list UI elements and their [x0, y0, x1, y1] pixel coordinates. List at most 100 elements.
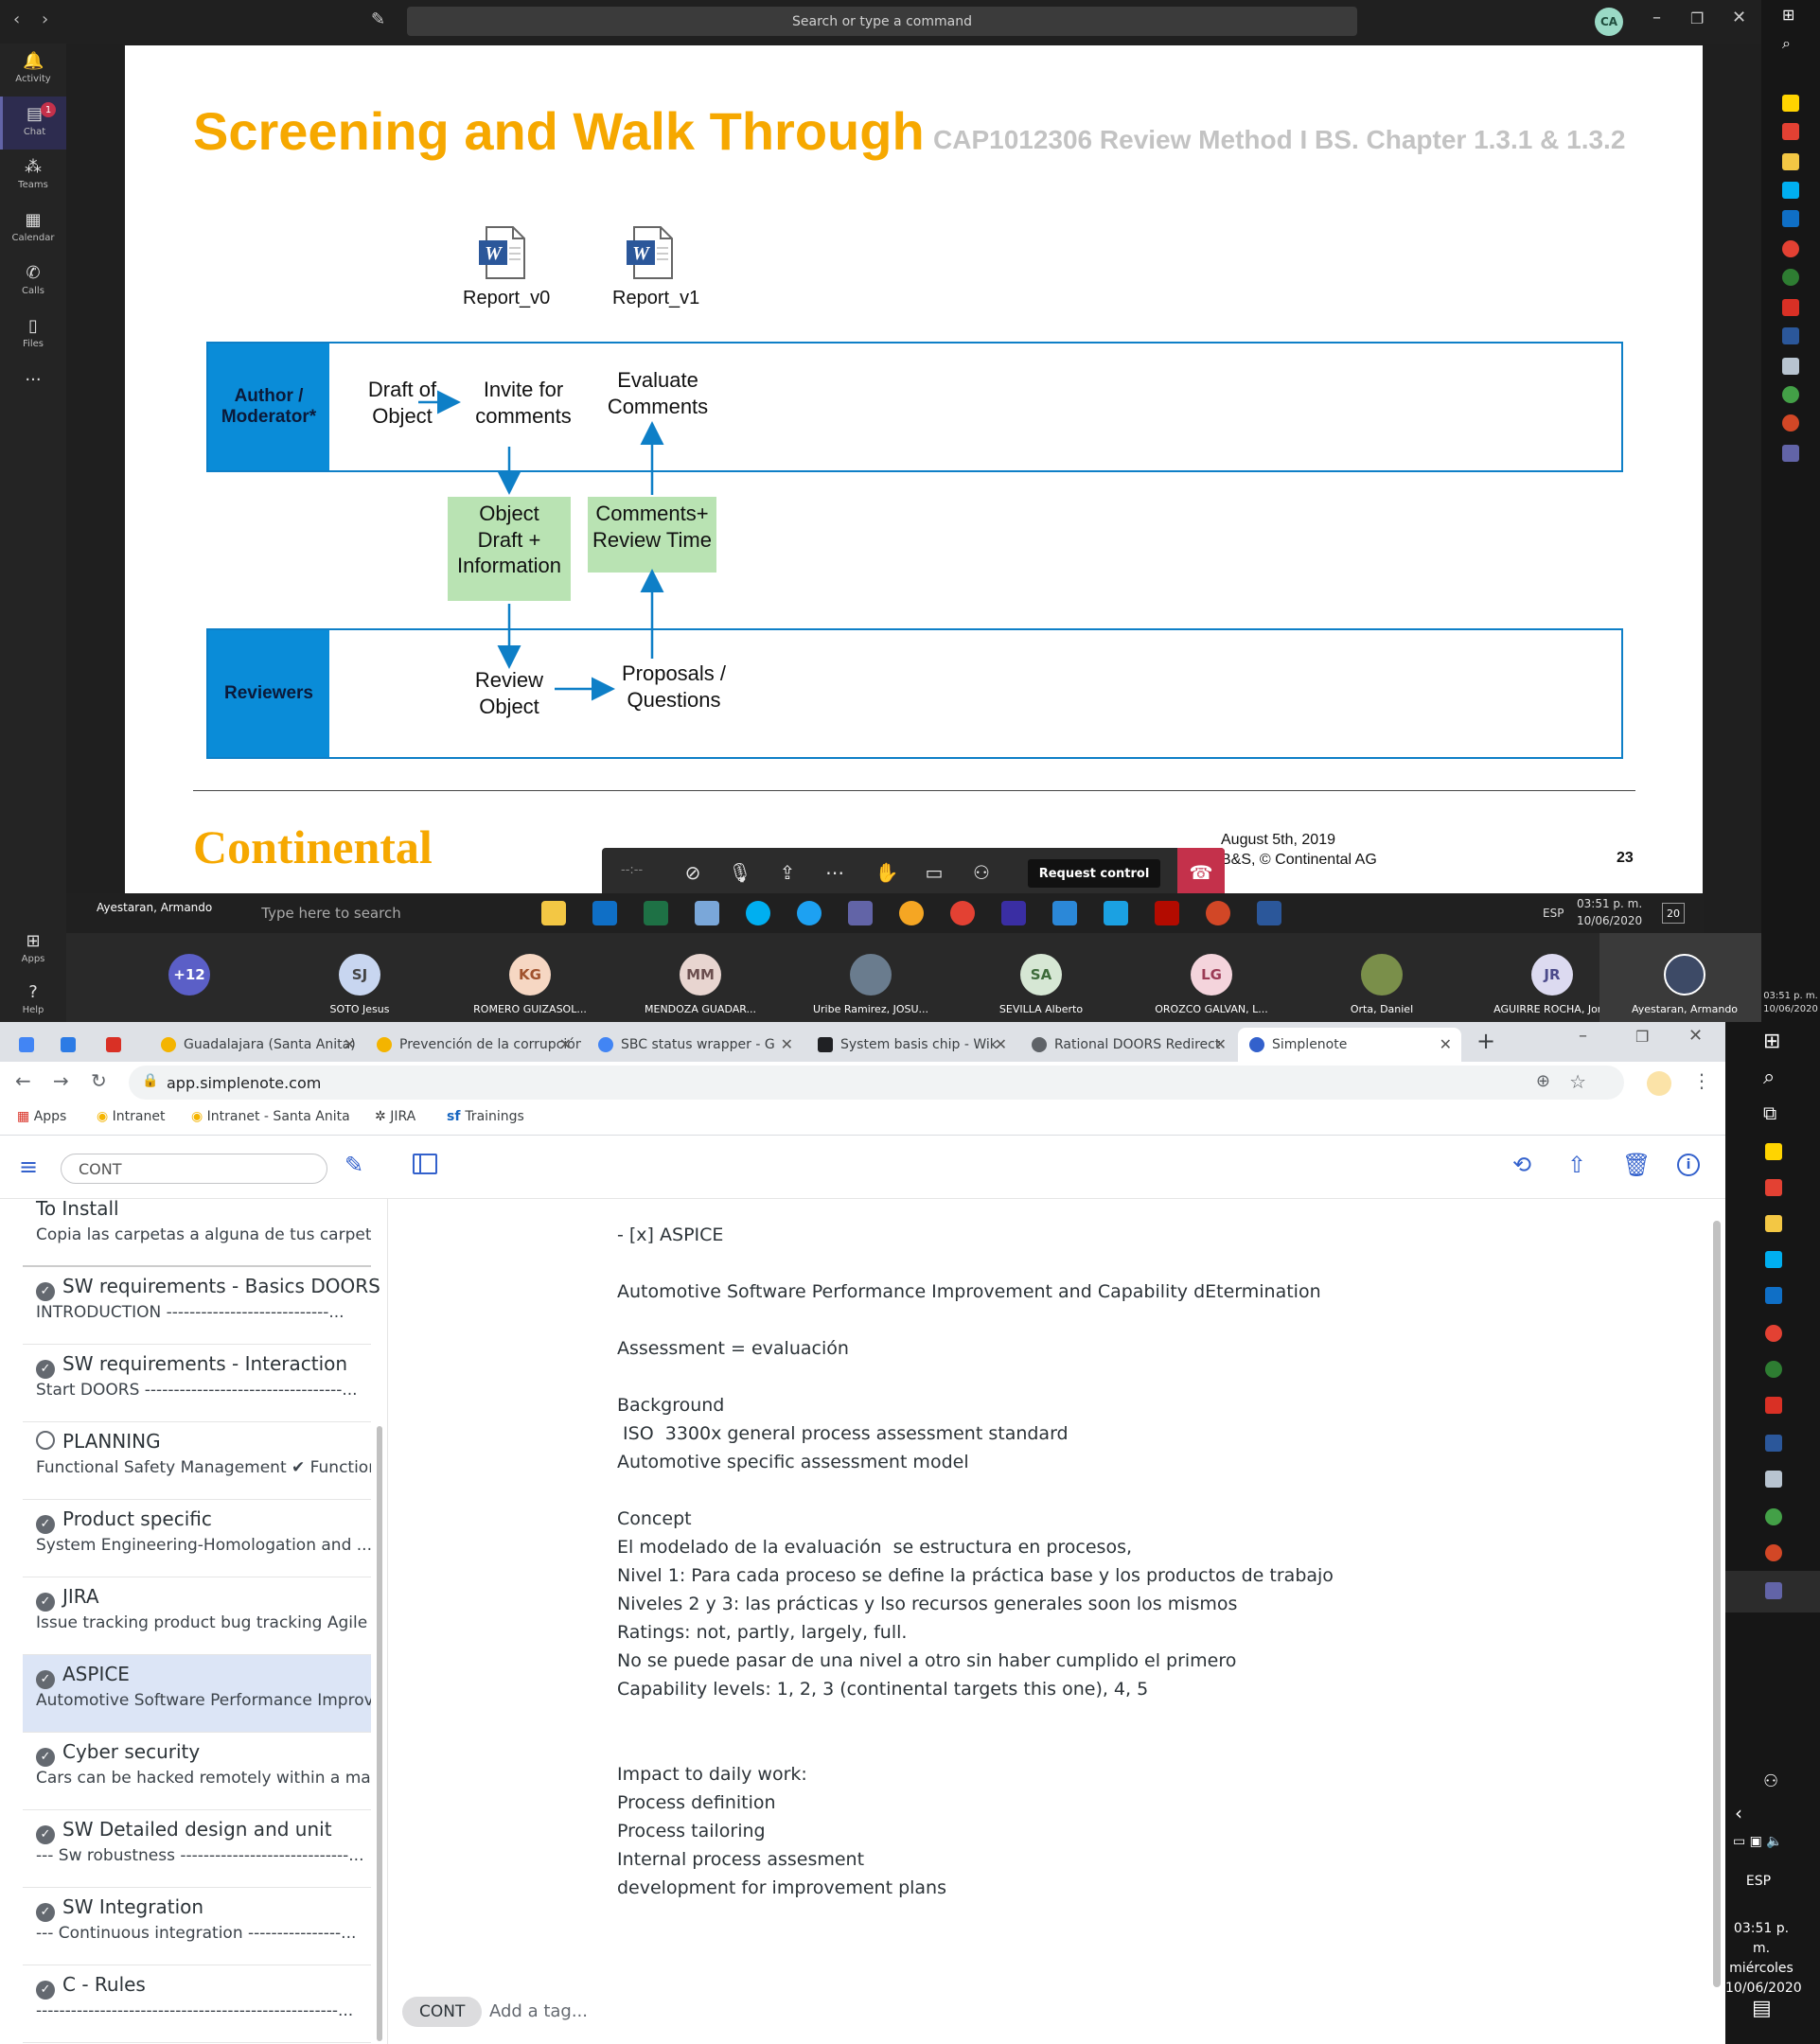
- forward-icon[interactable]: ›: [42, 9, 48, 29]
- participants-icon[interactable]: ⚇: [966, 857, 997, 888]
- powerpoint-icon[interactable]: [1765, 1544, 1782, 1561]
- word-icon[interactable]: [1765, 1435, 1782, 1452]
- tag-chip[interactable]: CONT: [402, 1997, 483, 2027]
- star-icon[interactable]: ☆: [1569, 1070, 1586, 1093]
- close-icon[interactable]: ✕: [1688, 1026, 1703, 1046]
- participant-tile[interactable]: Orta, Daniel: [1297, 933, 1467, 1022]
- sticky-notes-icon[interactable]: [1782, 95, 1799, 112]
- share-screen-icon[interactable]: ⇪: [772, 857, 803, 888]
- app-icon[interactable]: [1765, 1361, 1782, 1378]
- bookmark-intranet[interactable]: ◉ Intranet: [97, 1109, 165, 1124]
- maximize-icon[interactable]: ❐: [1690, 9, 1704, 27]
- sticky-notes-icon[interactable]: [1765, 1143, 1782, 1160]
- task-view-icon[interactable]: ⧉: [1763, 1101, 1776, 1124]
- chrome-icon[interactable]: [1765, 1325, 1782, 1342]
- history-icon[interactable]: ⟲: [1512, 1152, 1531, 1178]
- powerpoint-icon[interactable]: [1782, 414, 1799, 432]
- note-editor[interactable]: - [x] ASPICE Automotive Software Perform…: [617, 1221, 1658, 1902]
- bookmark-trainings[interactable]: sf Trainings: [447, 1109, 524, 1124]
- add-icon[interactable]: ⊕: [1536, 1071, 1550, 1091]
- rail-chat[interactable]: ▤ Chat 1: [0, 97, 66, 150]
- search-icon[interactable]: ⌕: [1763, 1066, 1775, 1089]
- app-icon[interactable]: [1765, 1397, 1782, 1414]
- avatar[interactable]: CA: [1595, 8, 1623, 36]
- bookmark-intranet-santa-anita[interactable]: ◉ Intranet - Santa Anita: [191, 1109, 350, 1124]
- sidebar-toggle-icon[interactable]: [413, 1154, 437, 1174]
- skype-icon[interactable]: [1782, 182, 1799, 199]
- participant-tile[interactable]: Uribe Ramirez, JOSU...: [786, 933, 956, 1022]
- participant-tile-self[interactable]: Ayestaran, Armando: [1599, 933, 1770, 1022]
- tab-gmail[interactable]: [95, 1028, 148, 1062]
- mic-off-icon[interactable]: 🎙: [725, 857, 755, 888]
- rail-files[interactable]: ▯ Files: [0, 308, 66, 361]
- tab-guadalajara[interactable]: Guadalajara (Santa Anita) ✕: [150, 1028, 365, 1062]
- input-lang[interactable]: ESP: [1725, 1874, 1792, 1889]
- app-icon[interactable]: [1765, 1471, 1782, 1488]
- back-icon[interactable]: ‹: [13, 9, 20, 29]
- reload-icon[interactable]: ↻: [91, 1069, 107, 1092]
- tab-wikipedia[interactable]: System basis chip - Wik ✕: [806, 1028, 1016, 1062]
- add-tag-input[interactable]: Add a tag...: [489, 2001, 588, 2021]
- list-item[interactable]: ✓ JIRA Issue tracking product bug tracking…: [23, 1577, 371, 1655]
- address-bar[interactable]: 🔒 app.simplenote.com ⊕ ☆: [129, 1066, 1624, 1100]
- folder-icon[interactable]: [1782, 153, 1799, 170]
- list-item-selected[interactable]: ✓ ASPICE Automotive Software Performance I…: [23, 1655, 371, 1733]
- chevron-left-icon[interactable]: ‹: [1735, 1802, 1742, 1824]
- close-tab-icon[interactable]: ✕: [1440, 1035, 1452, 1053]
- menu-icon[interactable]: ⋮: [1692, 1069, 1711, 1092]
- tray-icons[interactable]: ▭ ▣ 🔈: [1733, 1834, 1783, 1849]
- rail-help[interactable]: ? Help: [0, 975, 66, 1028]
- tab-pinned[interactable]: [49, 1028, 87, 1062]
- note-list-scrollbar[interactable]: [377, 1426, 382, 2041]
- close-tab-icon[interactable]: ✕: [1214, 1035, 1227, 1053]
- tab-simplenote[interactable]: Simplenote ✕: [1238, 1028, 1461, 1062]
- more-options-icon[interactable]: ⋯: [820, 857, 850, 888]
- chrome-icon[interactable]: [1782, 240, 1799, 257]
- rail-teams[interactable]: ⁂ Teams: [0, 150, 66, 203]
- list-item[interactable]: ✓ SW requirements - Interaction Start DOOR…: [23, 1345, 371, 1422]
- windows-start-icon[interactable]: ⊞: [1763, 1030, 1780, 1053]
- windows-start-icon[interactable]: ⊞: [1782, 6, 1794, 24]
- outlook-icon[interactable]: [1782, 210, 1799, 227]
- folder-icon[interactable]: [1765, 1215, 1782, 1232]
- rail-apps[interactable]: ⊞ Apps: [0, 924, 66, 977]
- participant-tile[interactable]: +12: [104, 933, 274, 1022]
- list-item[interactable]: ✓ SW Detailed design and unit --- Sw robus…: [23, 1810, 371, 1888]
- tab-sbc[interactable]: SBC status wrapper - G ✕: [587, 1028, 803, 1062]
- back-icon[interactable]: ←: [15, 1069, 31, 1092]
- clock[interactable]: 03:51 p. m. miércoles 10/06/2020: [1725, 1919, 1802, 1999]
- hang-up-button[interactable]: ☎: [1177, 848, 1225, 897]
- search-input[interactable]: CONT: [61, 1154, 327, 1184]
- search-icon[interactable]: ⌕: [1782, 34, 1791, 53]
- close-tab-icon[interactable]: ✕: [559, 1035, 572, 1053]
- app-icon[interactable]: [1782, 123, 1799, 140]
- app-icon[interactable]: [1782, 386, 1799, 403]
- close-icon[interactable]: ✕: [1732, 8, 1746, 27]
- participant-tile[interactable]: SA SEVILLA Alberto: [956, 933, 1126, 1022]
- close-tab-icon[interactable]: ✕: [781, 1035, 793, 1053]
- skype-icon[interactable]: [1765, 1251, 1782, 1268]
- word-icon[interactable]: [1782, 327, 1799, 344]
- close-tab-icon[interactable]: ✕: [344, 1035, 356, 1053]
- chat-icon[interactable]: ▭: [919, 857, 949, 888]
- teams-icon[interactable]: [1782, 445, 1799, 462]
- tab-prevencion[interactable]: Prevención de la corrupción ✕: [365, 1028, 581, 1062]
- tab-pinned[interactable]: [8, 1028, 45, 1062]
- list-item[interactable]: To Install Copia las carpetas a alguna de…: [23, 1199, 371, 1267]
- list-item[interactable]: ✓ C - Rules ------------------------------…: [23, 1965, 371, 2043]
- minimize-icon[interactable]: –: [1579, 1026, 1587, 1046]
- new-note-icon[interactable]: ✎: [345, 1152, 363, 1178]
- clock-top[interactable]: 03:51 p. m. 10/06/2020: [1761, 990, 1820, 1016]
- raise-hand-icon[interactable]: ✋: [872, 857, 902, 888]
- rail-calendar[interactable]: ▦ Calendar: [0, 203, 66, 256]
- app-icon[interactable]: [1782, 269, 1799, 286]
- forward-icon[interactable]: →: [53, 1069, 69, 1092]
- close-tab-icon[interactable]: ✕: [995, 1035, 1007, 1053]
- profile-avatar[interactable]: [1647, 1071, 1671, 1096]
- info-icon[interactable]: i: [1677, 1154, 1700, 1176]
- app-icon[interactable]: [1765, 1179, 1782, 1196]
- app-icon[interactable]: [1782, 358, 1799, 375]
- list-item[interactable]: ✓ SW requirements - Basics DOORS INTRODUCT…: [23, 1267, 380, 1345]
- list-item[interactable]: ✓ SW Integration --- Continuous integratio…: [23, 1888, 371, 1965]
- menu-icon[interactable]: ≡: [19, 1154, 38, 1180]
